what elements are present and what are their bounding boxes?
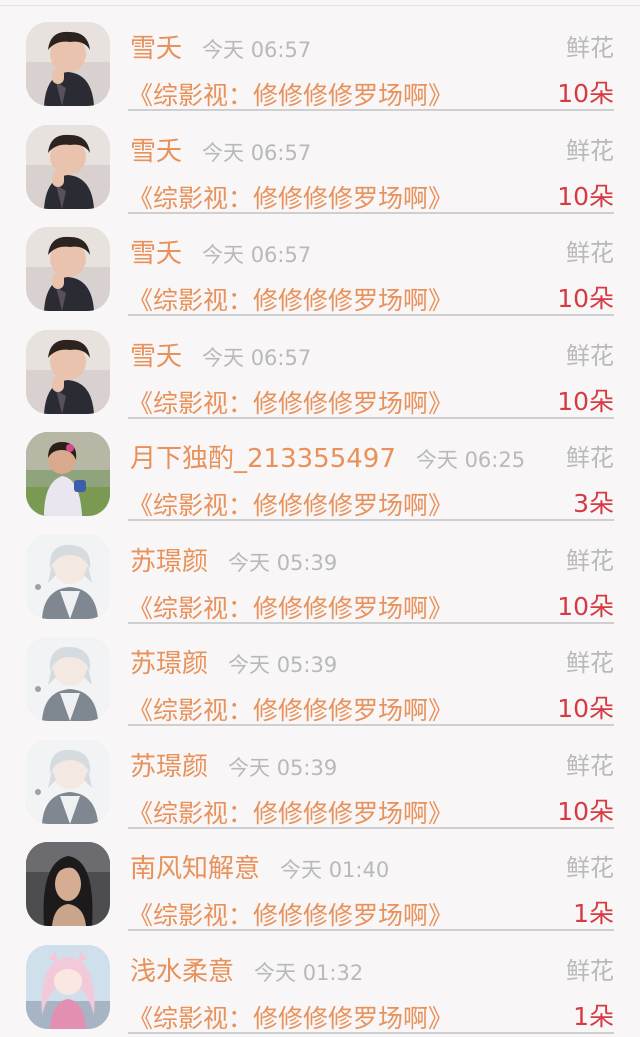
gift-count: 10朵 <box>557 284 614 313</box>
row-content: 雪夭 今天 06:57 鲜花 《综影视：修修修修罗场啊》 10朵 <box>128 225 614 316</box>
user-name[interactable]: 雪夭 <box>130 233 182 270</box>
book-title-link[interactable]: 《综影视：修修修修罗场啊》 <box>128 589 453 625</box>
gift-type-label: 鲜花 <box>566 444 614 472</box>
timestamp: 今天 06:25 <box>415 448 526 472</box>
row-content: 浅水柔意 今天 01:32 鲜花 《综影视：修修修修罗场啊》 1朵 <box>128 943 614 1034</box>
gift-record-row[interactable]: 苏璟颜 今天 05:39 鲜花 《综影视：修修修修罗场啊》 10朵 <box>0 621 640 726</box>
row-content: 苏璟颜 今天 05:39 鲜花 《综影视：修修修修罗场啊》 10朵 <box>128 738 614 829</box>
book-title-link[interactable]: 《综影视：修修修修罗场啊》 <box>128 281 453 317</box>
user-name[interactable]: 雪夭 <box>130 336 182 373</box>
row-content: 苏璟颜 今天 05:39 鲜花 《综影视：修修修修罗场啊》 10朵 <box>128 533 614 624</box>
timestamp: 今天 01:40 <box>280 858 390 882</box>
gift-type-label: 鲜花 <box>566 751 614 780</box>
timestamp: 今天 06:57 <box>202 345 312 370</box>
gift-count: 10朵 <box>557 181 614 211</box>
timestamp: 今天 01:32 <box>254 960 364 985</box>
avatar-woman-icon[interactable] <box>26 842 110 926</box>
book-title-link[interactable]: 《综影视：修修修修罗场啊》 <box>128 384 453 420</box>
avatar-man-icon[interactable] <box>26 329 110 414</box>
row-content: 雪夭 今天 06:57 鲜花 《综影视：修修修修罗场啊》 10朵 <box>128 20 614 111</box>
row-header: 苏璟颜 今天 05:39 <box>130 643 614 679</box>
gift-count: 10朵 <box>557 386 614 416</box>
row-header: 雪夭 今天 06:57 <box>130 28 614 64</box>
row-header: 雪夭 今天 06:57 <box>130 336 614 372</box>
book-title-link[interactable]: 《综影视：修修修修罗场啊》 <box>128 999 453 1035</box>
gift-record-row[interactable]: 雪夭 今天 06:57 鲜花 《综影视：修修修修罗场啊》 10朵 <box>0 314 640 419</box>
gift-record-row[interactable]: 南风知解意 今天 01:40 鲜花 《综影视：修修修修罗场啊》 1朵 <box>0 826 640 931</box>
user-name[interactable]: 苏璟颜 <box>130 541 208 578</box>
gift-type-label: 鲜花 <box>566 239 614 267</box>
gift-type-label: 鲜花 <box>566 546 614 575</box>
gift-list: 雪夭 今天 06:57 鲜花 《综影视：修修修修罗场啊》 10朵 雪夭 今天 0… <box>0 6 640 1034</box>
row-content: 南风知解意 今天 01:40 鲜花 《综影视：修修修修罗场啊》 1朵 <box>128 840 614 931</box>
row-content: 雪夭 今天 06:57 鲜花 《综影视：修修修修罗场啊》 10朵 <box>128 123 614 214</box>
gift-count: 1朵 <box>573 899 614 928</box>
gift-count: 3朵 <box>573 489 614 518</box>
gift-type-label: 鲜花 <box>566 341 614 370</box>
avatar-anime-boy-icon[interactable] <box>26 534 110 619</box>
gift-type-label: 鲜花 <box>566 649 614 677</box>
user-name[interactable]: 雪夭 <box>130 131 182 168</box>
book-title-link[interactable]: 《综影视：修修修修罗场啊》 <box>128 486 453 522</box>
avatar-man-icon[interactable] <box>26 124 110 209</box>
avatar-anime-boy-icon[interactable] <box>26 739 110 824</box>
gift-type-label: 鲜花 <box>566 34 614 62</box>
timestamp: 今天 06:57 <box>202 140 312 165</box>
row-header: 苏璟颜 今天 05:39 <box>130 541 614 577</box>
row-header: 雪夭 今天 06:57 <box>130 131 614 167</box>
book-title-link[interactable]: 《综影视：修修修修罗场啊》 <box>128 179 453 215</box>
timestamp: 今天 05:39 <box>228 653 338 677</box>
gift-type-label: 鲜花 <box>566 136 614 165</box>
timestamp: 今天 05:39 <box>228 755 338 780</box>
book-title-link[interactable]: 《综影视：修修修修罗场啊》 <box>128 691 453 727</box>
book-title-link[interactable]: 《综影视：修修修修罗场啊》 <box>128 896 453 932</box>
row-content: 苏璟颜 今天 05:39 鲜花 《综影视：修修修修罗场啊》 10朵 <box>128 635 614 726</box>
gift-count: 10朵 <box>557 591 614 621</box>
timestamp: 今天 05:39 <box>228 550 338 575</box>
row-content: 月下独酌_213355497 今天 06:25 鲜花 《综影视：修修修修罗场啊》… <box>128 430 614 521</box>
avatar-anime-girl-icon[interactable] <box>26 944 110 1029</box>
book-title-link[interactable]: 《综影视：修修修修罗场啊》 <box>128 76 453 112</box>
gift-record-row[interactable]: 雪夭 今天 06:57 鲜花 《综影视：修修修修罗场啊》 10朵 <box>0 211 640 316</box>
gift-record-row[interactable]: 苏璟颜 今天 05:39 鲜花 《综影视：修修修修罗场啊》 10朵 <box>0 724 640 829</box>
row-header: 南风知解意 今天 01:40 <box>130 848 614 884</box>
gift-record-row[interactable]: 苏璟颜 今天 05:39 鲜花 《综影视：修修修修罗场啊》 10朵 <box>0 519 640 624</box>
row-header: 苏璟颜 今天 05:39 <box>130 746 614 782</box>
timestamp: 今天 06:57 <box>202 38 312 62</box>
gift-record-row[interactable]: 雪夭 今天 06:57 鲜花 《综影视：修修修修罗场啊》 10朵 <box>0 6 640 111</box>
row-header: 雪夭 今天 06:57 <box>130 233 614 269</box>
book-title-link[interactable]: 《综影视：修修修修罗场啊》 <box>128 794 453 830</box>
gift-count: 10朵 <box>557 79 614 108</box>
gift-record-row[interactable]: 月下独酌_213355497 今天 06:25 鲜花 《综影视：修修修修罗场啊》… <box>0 416 640 521</box>
row-content: 雪夭 今天 06:57 鲜花 《综影视：修修修修罗场啊》 10朵 <box>128 328 614 419</box>
user-name[interactable]: 南风知解意 <box>130 848 260 885</box>
user-name[interactable]: 浅水柔意 <box>130 951 234 988</box>
timestamp: 今天 06:57 <box>202 243 312 267</box>
gift-count: 10朵 <box>557 796 614 826</box>
gift-count: 1朵 <box>573 1001 614 1031</box>
user-name[interactable]: 月下独酌_213355497 <box>130 438 396 475</box>
gift-type-label: 鲜花 <box>566 956 614 985</box>
user-name[interactable]: 苏璟颜 <box>130 746 208 783</box>
row-header: 浅水柔意 今天 01:32 <box>130 951 614 987</box>
avatar-man-icon[interactable] <box>26 227 110 311</box>
gift-type-label: 鲜花 <box>566 854 614 882</box>
avatar-man-icon[interactable] <box>26 22 110 106</box>
avatar-anime-boy-icon[interactable] <box>26 637 110 721</box>
user-name[interactable]: 雪夭 <box>130 28 182 65</box>
gift-count: 10朵 <box>557 694 614 723</box>
user-name[interactable]: 苏璟颜 <box>130 643 208 680</box>
gift-record-row[interactable]: 雪夭 今天 06:57 鲜花 《综影视：修修修修罗场啊》 10朵 <box>0 109 640 214</box>
avatar-child-icon[interactable] <box>26 432 110 516</box>
row-header: 月下独酌_213355497 今天 06:25 <box>130 438 614 474</box>
gift-record-row[interactable]: 浅水柔意 今天 01:32 鲜花 《综影视：修修修修罗场啊》 1朵 <box>0 929 640 1034</box>
